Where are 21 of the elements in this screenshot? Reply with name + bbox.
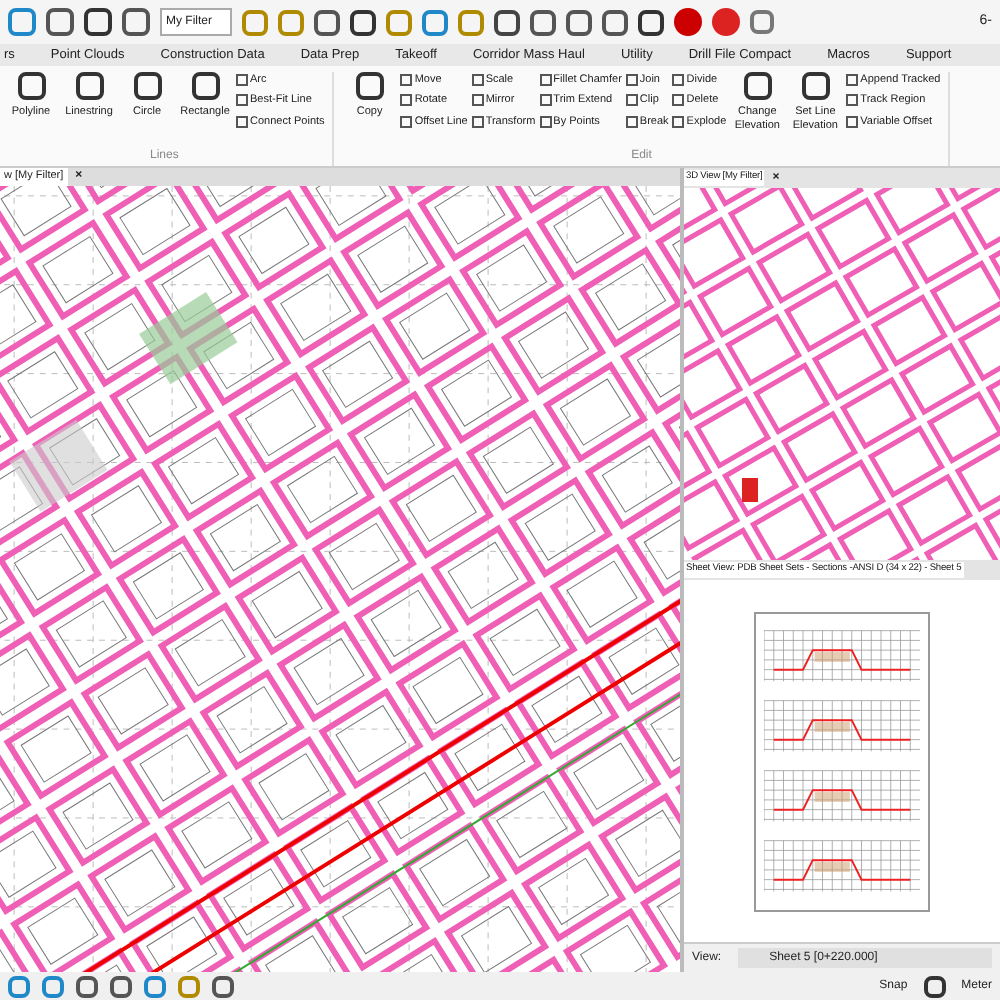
status-icon[interactable] bbox=[8, 975, 30, 997]
status-icon[interactable] bbox=[110, 975, 132, 997]
tool-icon[interactable] bbox=[122, 8, 150, 36]
status-icon[interactable] bbox=[42, 975, 64, 997]
page-icon[interactable] bbox=[750, 10, 774, 34]
tool-icon[interactable] bbox=[350, 9, 376, 35]
tool-icon[interactable] bbox=[494, 9, 520, 35]
tool-icon[interactable] bbox=[602, 9, 628, 35]
tool-icon[interactable] bbox=[314, 9, 340, 35]
tool-icon[interactable] bbox=[638, 9, 664, 35]
tool-icon[interactable] bbox=[84, 8, 112, 36]
status-icon[interactable] bbox=[144, 975, 166, 997]
status-icon[interactable] bbox=[178, 975, 200, 997]
record-icon[interactable] bbox=[674, 8, 702, 36]
status-icon[interactable] bbox=[212, 975, 234, 997]
grid-icon[interactable] bbox=[923, 975, 946, 997]
tool-icon[interactable] bbox=[530, 9, 556, 35]
close-icon[interactable] bbox=[712, 8, 740, 36]
tool-icon[interactable] bbox=[46, 8, 74, 36]
tool-icon[interactable] bbox=[566, 9, 592, 35]
status-icon[interactable] bbox=[76, 975, 98, 997]
